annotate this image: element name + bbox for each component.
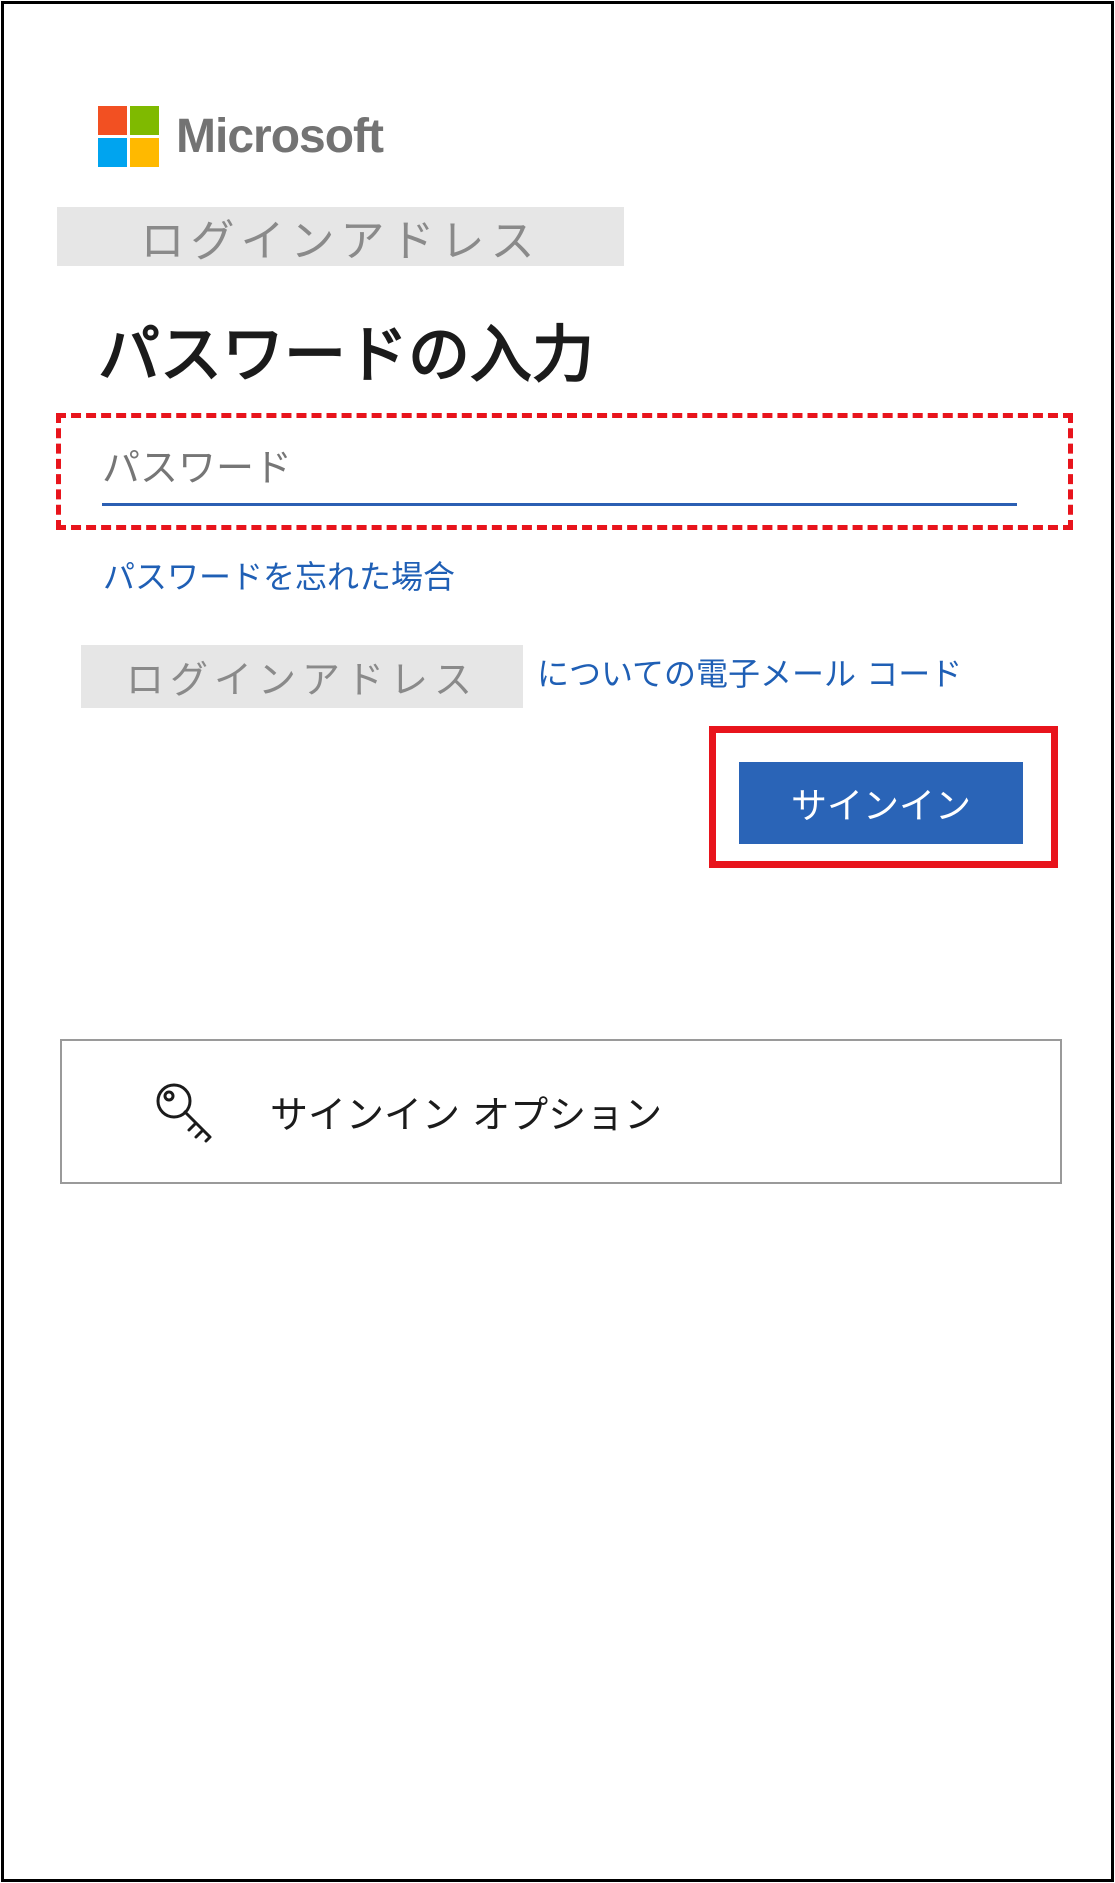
sign-in-options-button[interactable]: サインイン オプション	[60, 1039, 1062, 1184]
logo-square-yellow	[130, 138, 159, 167]
forgot-password-link[interactable]: パスワードを忘れた場合	[103, 552, 455, 598]
page-frame: Microsoft ログインアドレス パスワードの入力 パスワードを忘れた場合 …	[1, 1, 1114, 1882]
microsoft-logo: Microsoft	[98, 106, 384, 167]
key-icon	[156, 1083, 212, 1142]
login-address-inline: ログインアドレス	[81, 645, 523, 708]
logo-square-blue	[98, 138, 127, 167]
login-address-identity[interactable]: ログインアドレス	[57, 207, 624, 267]
microsoft-wordmark: Microsoft	[176, 110, 384, 163]
logo-square-red	[98, 106, 127, 135]
logo-square-green	[130, 106, 159, 135]
sign-in-button[interactable]: サインイン	[739, 762, 1023, 844]
email-code-link[interactable]: についての電子メール コード	[537, 649, 962, 695]
password-input[interactable]	[102, 432, 1017, 506]
sign-in-options-label: サインイン オプション	[270, 1093, 663, 1137]
page-title: パスワードの入力	[98, 318, 595, 391]
microsoft-logo-icon	[98, 106, 159, 167]
